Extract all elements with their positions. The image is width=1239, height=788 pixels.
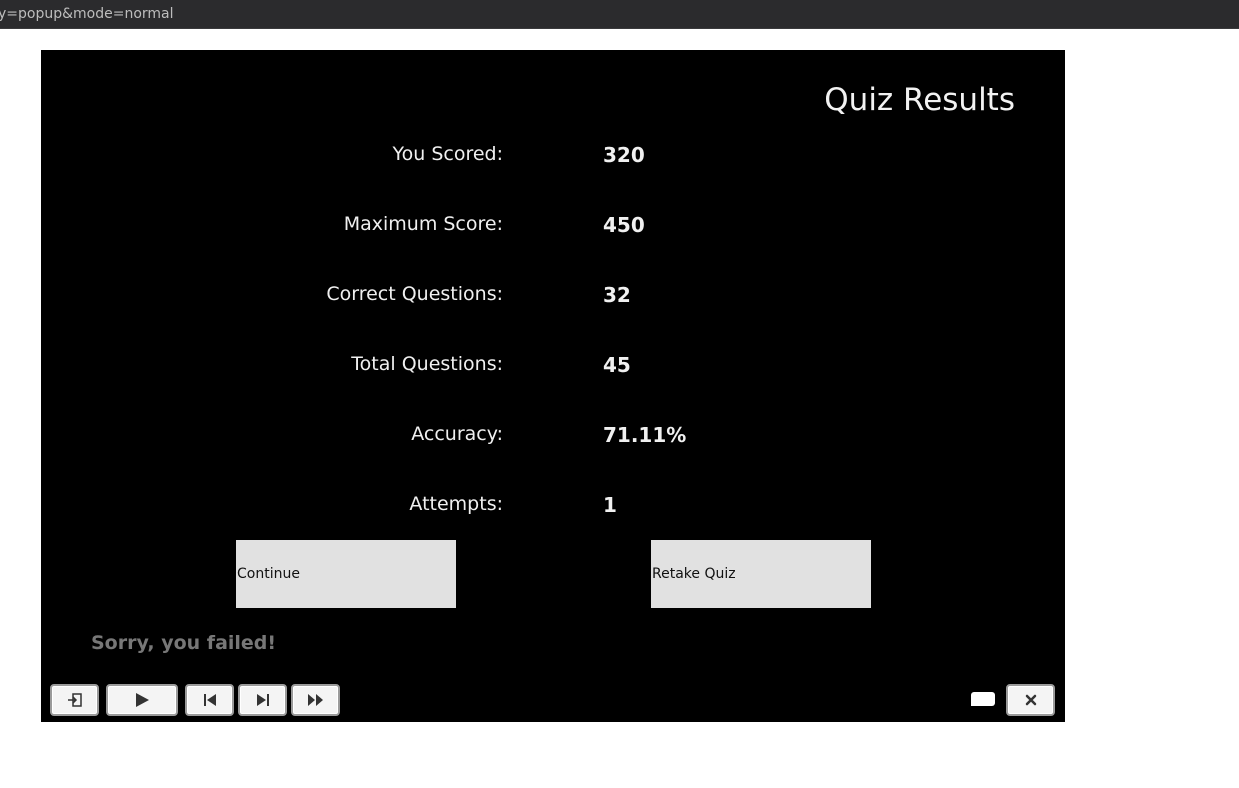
- close-icon: [1025, 694, 1036, 706]
- retake-quiz-button[interactable]: Retake Quiz: [651, 540, 871, 608]
- accuracy-value: 71.11%: [603, 423, 687, 447]
- play-icon: [136, 693, 149, 707]
- result-message: Sorry, you failed!: [91, 632, 277, 654]
- score-value: 320: [603, 143, 645, 167]
- close-button[interactable]: [1006, 684, 1055, 716]
- correct-questions-label: Correct Questions:: [326, 283, 503, 305]
- rewind-icon: [203, 694, 216, 706]
- score-label: You Scored:: [392, 143, 503, 165]
- fast-forward-button[interactable]: [291, 684, 340, 716]
- page-title: Quiz Results: [824, 82, 1015, 118]
- continue-button[interactable]: Continue: [236, 540, 456, 608]
- total-questions-value: 45: [603, 353, 631, 377]
- quiz-results-slide: Quiz Results You Scored: 320 Maximum Sco…: [41, 50, 1065, 722]
- attempts-label: Attempts:: [409, 493, 503, 515]
- correct-questions-value: 32: [603, 283, 631, 307]
- accuracy-label: Accuracy:: [411, 423, 503, 445]
- total-questions-label: Total Questions:: [351, 353, 503, 375]
- exit-button[interactable]: [50, 684, 99, 716]
- exit-icon: [67, 693, 82, 707]
- play-button[interactable]: [106, 684, 178, 716]
- closed-caption-icon[interactable]: [971, 692, 995, 706]
- next-slide-button[interactable]: [238, 684, 287, 716]
- attempts-value: 1: [603, 493, 617, 517]
- browser-url-bar[interactable]: y=popup&mode=normal: [0, 0, 1239, 29]
- max-score-label: Maximum Score:: [343, 213, 503, 235]
- fast-forward-icon: [307, 694, 323, 706]
- max-score-value: 450: [603, 213, 645, 237]
- rewind-button[interactable]: [185, 684, 234, 716]
- next-slide-icon: [256, 694, 269, 706]
- url-text: y=popup&mode=normal: [0, 6, 174, 22]
